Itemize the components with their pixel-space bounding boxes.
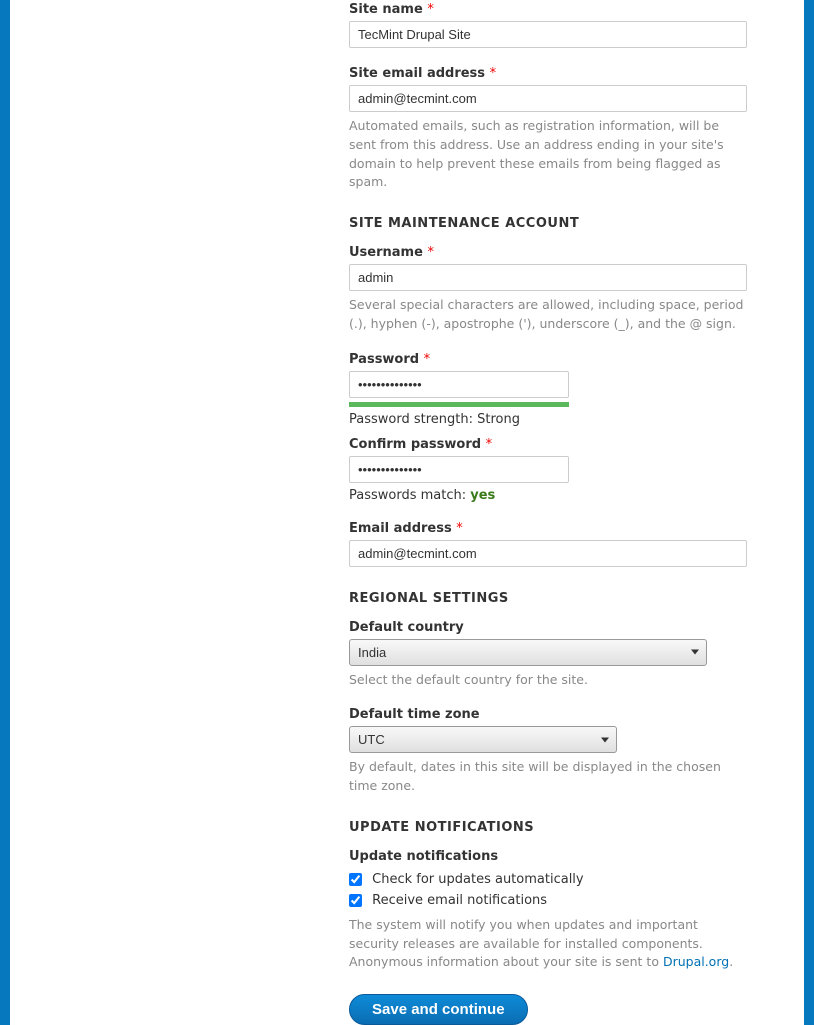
- default-timezone-description: By default, dates in this site will be d…: [349, 758, 749, 796]
- password-strength-value: Strong: [477, 412, 520, 427]
- update-subheading: Update notifications: [349, 849, 749, 864]
- drupal-org-link[interactable]: Drupal.org: [663, 954, 729, 969]
- password-strength-text: Password strength: Strong: [349, 412, 749, 427]
- required-asterisk: *: [427, 245, 434, 260]
- default-country-item: Default country India Select the default…: [349, 620, 749, 690]
- maintenance-heading: SITE MAINTENANCE ACCOUNT: [349, 216, 749, 231]
- required-asterisk: *: [490, 66, 497, 81]
- password-strength-bar: [349, 402, 569, 407]
- password-label-text: Password: [349, 352, 419, 367]
- username-description: Several special characters are allowed, …: [349, 296, 749, 334]
- check-updates-checkbox[interactable]: [349, 873, 362, 886]
- white-page: Site name * Site email address * Automat…: [10, 0, 804, 1025]
- update-desc-post: .: [729, 954, 733, 969]
- site-email-item: Site email address * Automated emails, s…: [349, 66, 749, 192]
- confirm-password-label-text: Confirm password: [349, 437, 481, 452]
- required-asterisk: *: [486, 437, 493, 452]
- password-input[interactable]: [349, 371, 569, 398]
- username-item: Username * Several special characters ar…: [349, 245, 749, 334]
- site-email-label-text: Site email address: [349, 66, 485, 81]
- default-timezone-item: Default time zone UTC By default, dates …: [349, 707, 749, 796]
- default-country-description: Select the default country for the site.: [349, 671, 749, 690]
- check-updates-row: Check for updates automatically: [349, 872, 749, 887]
- default-timezone-select-wrap: UTC: [349, 726, 617, 753]
- account-email-input[interactable]: [349, 540, 747, 567]
- confirm-password-item: Confirm password * Passwords match: yes: [349, 437, 749, 503]
- account-email-label-text: Email address: [349, 521, 452, 536]
- site-email-description: Automated emails, such as registration i…: [349, 117, 749, 192]
- site-name-input[interactable]: [349, 21, 747, 48]
- receive-email-row: Receive email notifications: [349, 893, 749, 908]
- outer-frame: Site name * Site email address * Automat…: [0, 0, 814, 1025]
- receive-email-checkbox[interactable]: [349, 894, 362, 907]
- form-content: Site name * Site email address * Automat…: [349, 0, 749, 1025]
- site-email-label: Site email address *: [349, 66, 749, 81]
- username-label-text: Username: [349, 245, 423, 260]
- account-email-label: Email address *: [349, 521, 749, 536]
- default-country-label-text: Default country: [349, 620, 464, 635]
- password-match-text: Passwords match: yes: [349, 488, 749, 503]
- check-updates-label: Check for updates automatically: [372, 872, 583, 887]
- required-asterisk: *: [424, 352, 431, 367]
- password-strength-label: Password strength:: [349, 412, 477, 427]
- update-desc-pre: The system will notify you when updates …: [349, 917, 703, 970]
- default-country-label: Default country: [349, 620, 749, 635]
- update-description: The system will notify you when updates …: [349, 916, 749, 972]
- username-input[interactable]: [349, 264, 747, 291]
- required-asterisk: *: [456, 521, 463, 536]
- password-match-value: yes: [470, 488, 495, 503]
- confirm-password-input[interactable]: [349, 456, 569, 483]
- confirm-password-label: Confirm password *: [349, 437, 749, 452]
- site-name-label-text: Site name: [349, 2, 423, 17]
- regional-heading: REGIONAL SETTINGS: [349, 591, 749, 606]
- default-timezone-label: Default time zone: [349, 707, 749, 722]
- default-country-select[interactable]: India: [349, 639, 707, 666]
- save-continue-button[interactable]: Save and continue: [349, 994, 528, 1025]
- password-match-label: Passwords match:: [349, 488, 470, 503]
- update-heading: UPDATE NOTIFICATIONS: [349, 820, 749, 835]
- password-item: Password * Password strength: Strong: [349, 352, 749, 427]
- site-name-label: Site name *: [349, 2, 749, 17]
- default-country-select-wrap: India: [349, 639, 707, 666]
- password-label: Password *: [349, 352, 749, 367]
- site-email-input[interactable]: [349, 85, 747, 112]
- receive-email-label: Receive email notifications: [372, 893, 547, 908]
- required-asterisk: *: [427, 2, 434, 17]
- default-timezone-label-text: Default time zone: [349, 707, 480, 722]
- username-label: Username *: [349, 245, 749, 260]
- default-timezone-select[interactable]: UTC: [349, 726, 617, 753]
- site-name-item: Site name *: [349, 2, 749, 48]
- account-email-item: Email address *: [349, 521, 749, 567]
